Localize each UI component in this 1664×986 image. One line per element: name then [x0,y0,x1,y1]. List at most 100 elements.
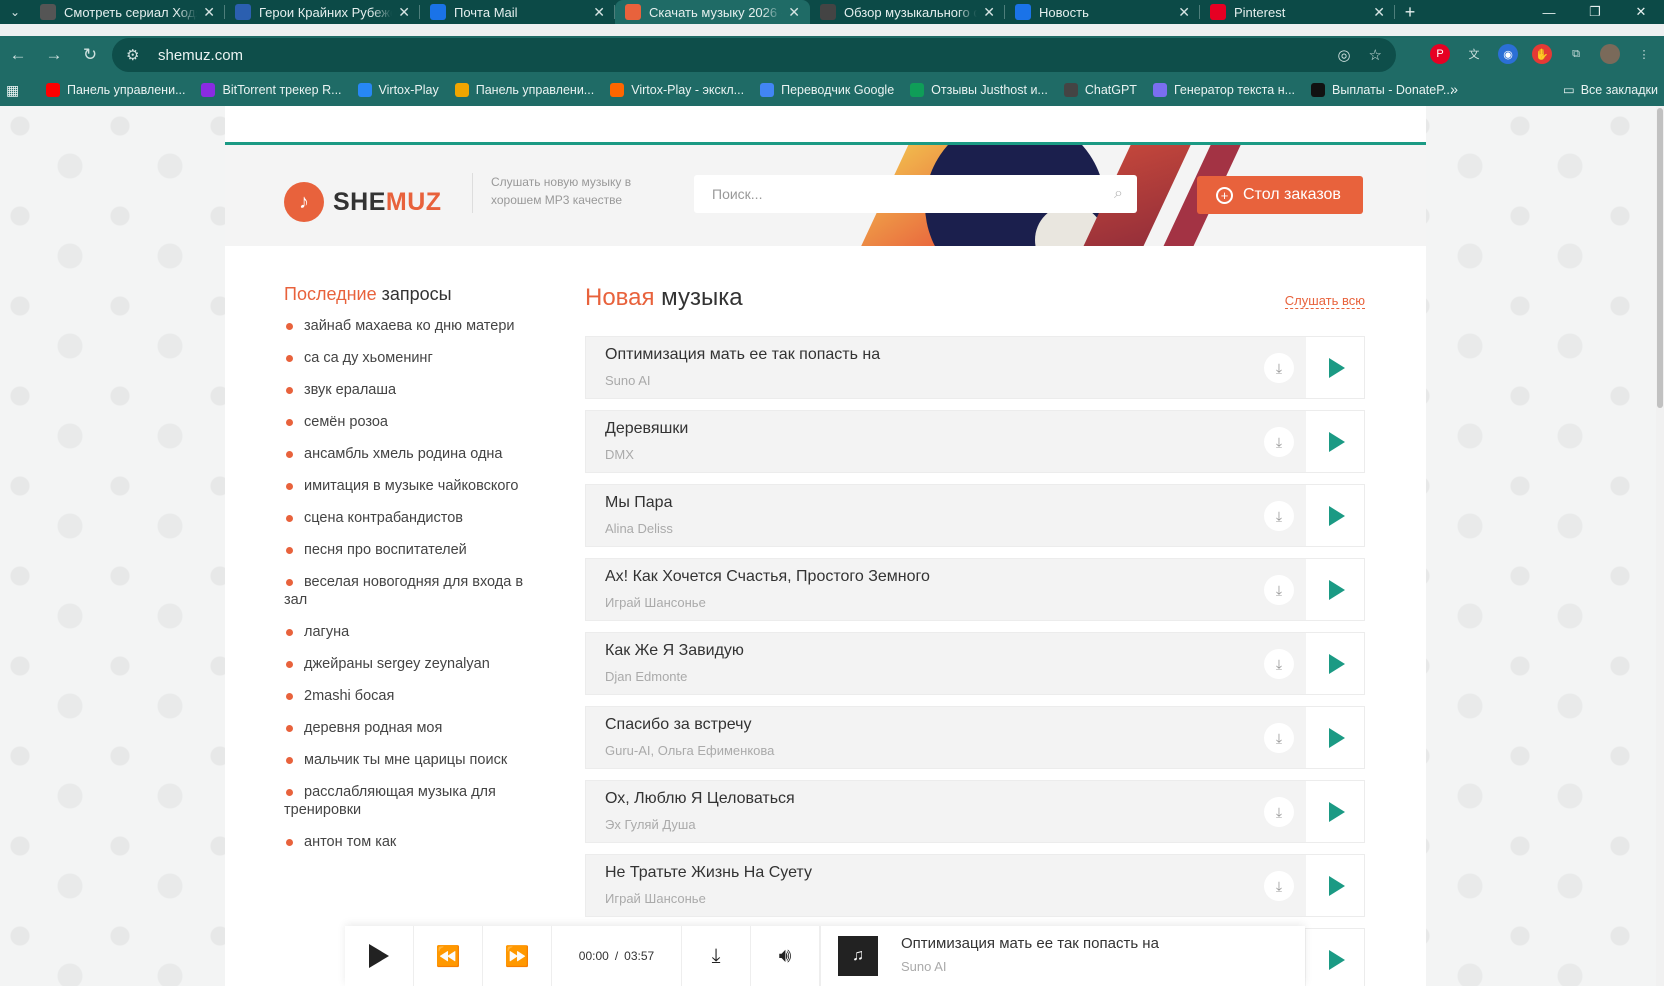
bookmark-item[interactable]: Отзывы Justhost и... [910,83,1048,97]
player-download-button[interactable]: ⤓ [682,926,751,986]
track-row[interactable]: Деревяшки DMX ⤓ [585,410,1365,473]
track-artist[interactable]: Suno AI [605,373,651,388]
track-play-button[interactable] [1306,855,1364,916]
previous-button[interactable]: ⏪ [414,926,483,986]
track-row[interactable]: Как Же Я Завидую Djan Edmonte ⤓ [585,632,1365,695]
recent-request-link[interactable]: лагуна [284,623,534,641]
close-tab-icon[interactable]: ✕ [1373,4,1385,21]
forward-button[interactable]: → [36,45,72,65]
all-bookmarks-button[interactable]: ▭ Все закладки [1563,82,1658,98]
close-tab-icon[interactable]: ✕ [788,4,800,21]
download-icon[interactable]: ⤓ [1264,353,1294,383]
page-scrollbar[interactable] [1656,106,1664,986]
close-tab-icon[interactable]: ✕ [203,4,215,21]
bookmark-item[interactable]: Переводчик Google [760,83,894,97]
adblock-extension-icon[interactable]: ✋ [1532,44,1552,64]
recent-request-link[interactable]: расслабляющая музыка для тренировки [284,783,534,819]
track-title[interactable]: Ох, Люблю Я Целоваться [605,790,795,808]
recent-request-link[interactable]: ансамбль хмель родина одна [284,445,534,463]
download-icon[interactable]: ⤓ [1264,723,1294,753]
back-button[interactable]: ← [0,45,36,65]
recent-request-link[interactable]: зайнаб махаева ко дню матери [284,317,534,335]
track-play-button[interactable] [1306,781,1364,842]
download-icon[interactable]: ⤓ [1264,649,1294,679]
download-icon[interactable]: ⤓ [1264,575,1294,605]
recent-request-link[interactable]: мальчик ты мне царицы поиск [284,751,534,769]
track-play-button[interactable] [1306,485,1364,546]
browser-tab[interactable]: Новость ✕ [1005,0,1200,24]
track-artist[interactable]: DMX [605,447,634,462]
recent-request-link[interactable]: песня про воспитателей [284,541,534,559]
track-title[interactable]: Деревяшки [605,420,688,438]
orders-button[interactable]: + Стол заказов [1197,176,1363,214]
bookmark-item[interactable]: Virtox-Play - экскл... [610,83,744,97]
recent-request-link[interactable]: сцена контрабандистов [284,509,534,527]
track-row[interactable]: Ох, Люблю Я Целоваться Эх Гуляй Душа ⤓ [585,780,1365,843]
bookmark-item[interactable]: BitTorrent трекер R... [201,83,342,97]
url-bar[interactable]: ⚙ shemuz.com ◎ ☆ [112,38,1396,72]
track-play-button[interactable] [1306,929,1364,986]
track-title[interactable]: Ах! Как Хочется Счастья, Простого Земног… [605,568,930,586]
track-artist[interactable]: Djan Edmonte [605,669,687,684]
browser-menu-icon[interactable]: ⋮ [1634,44,1654,64]
recent-request-link[interactable]: веселая новогодняя для входа в зал [284,573,534,609]
track-play-button[interactable] [1306,337,1364,398]
bookmark-star-icon[interactable]: ☆ [1369,46,1382,64]
bookmark-item[interactable]: ChatGPT [1063,83,1137,97]
bookmark-item[interactable]: Генератор текста н... [1152,83,1295,97]
download-icon[interactable]: ⤓ [1264,797,1294,827]
bookmark-item[interactable]: Панель управлени... [46,83,185,97]
track-artist[interactable]: Alina Deliss [605,521,673,536]
extensions-puzzle-icon[interactable]: ⧉ [1566,44,1586,64]
track-title[interactable]: Не Тратьте Жизнь На Суету [605,864,812,882]
track-artist[interactable]: Играй Шансонье [605,595,706,610]
bookmark-item[interactable]: Virtox-Play [357,83,439,97]
translate-extension-icon[interactable]: 文 [1464,44,1484,64]
recent-request-link[interactable]: са са ду хьоменинг [284,349,534,367]
apps-grid-icon[interactable]: ▦ [6,82,46,99]
maximize-icon[interactable]: ❐ [1572,0,1618,24]
track-title[interactable]: Как Же Я Завидую [605,642,744,660]
browser-tab[interactable]: Смотреть сериал Ходячие ✕ [30,0,225,24]
search-icon[interactable]: ⌕ [1114,185,1123,203]
vpn-extension-icon[interactable]: ◉ [1498,44,1518,64]
track-play-button[interactable] [1306,707,1364,768]
browser-tab[interactable]: Обзор музыкального са ✕ [810,0,1005,24]
player-play-button[interactable] [345,926,414,986]
recent-request-link[interactable]: звук ералаша [284,381,534,399]
track-play-button[interactable] [1306,633,1364,694]
close-tab-icon[interactable]: ✕ [983,4,995,21]
track-artist[interactable]: Играй Шансонье [605,891,706,906]
close-window-icon[interactable]: ✕ [1618,0,1664,24]
tab-search-icon[interactable]: ⌄ [0,0,30,24]
minimize-icon[interactable]: — [1526,0,1572,24]
site-info-icon[interactable]: ⚙ [126,46,146,64]
new-tab-button[interactable]: + [1395,2,1425,23]
track-play-button[interactable] [1306,559,1364,620]
track-play-button[interactable] [1306,411,1364,472]
download-icon[interactable]: ⤓ [1264,501,1294,531]
recent-request-link[interactable]: 2mashi босая [284,687,534,705]
reload-button[interactable]: ↻ [72,45,108,65]
track-title[interactable]: Спасибо за встречу [605,716,752,734]
close-tab-icon[interactable]: ✕ [593,4,605,21]
next-button[interactable]: ⏩ [483,926,552,986]
recent-request-link[interactable]: джейраны sergey zeynalyan [284,655,534,673]
profile-avatar[interactable] [1600,44,1620,64]
more-bookmarks-icon[interactable]: » [1450,81,1458,97]
browser-tab[interactable]: Скачать музыку 2026 - М ✕ [615,0,810,24]
track-title[interactable]: Мы Пара [605,494,672,512]
browser-tab[interactable]: Pinterest ✕ [1200,0,1395,24]
download-icon[interactable]: ⤓ [1264,427,1294,457]
bookmark-item[interactable]: Выплаты - DonateP... [1311,83,1453,97]
track-row[interactable]: Оптимизация мать ее так попасть на Suno A… [585,336,1365,399]
pinterest-extension-icon[interactable]: P [1430,44,1450,64]
track-artist[interactable]: Guru-AI, Ольга Ефименкова [605,743,774,758]
close-tab-icon[interactable]: ✕ [398,4,410,21]
download-icon[interactable]: ⤓ [1264,871,1294,901]
eye-off-icon[interactable]: ◎ [1337,46,1350,64]
browser-tab[interactable]: Герои Крайних Рубежей ✕ [225,0,420,24]
recent-request-link[interactable]: имитация в музыке чайковского [284,477,534,495]
search-input[interactable]: Поиск... ⌕ [694,175,1137,213]
close-tab-icon[interactable]: ✕ [1178,4,1190,21]
